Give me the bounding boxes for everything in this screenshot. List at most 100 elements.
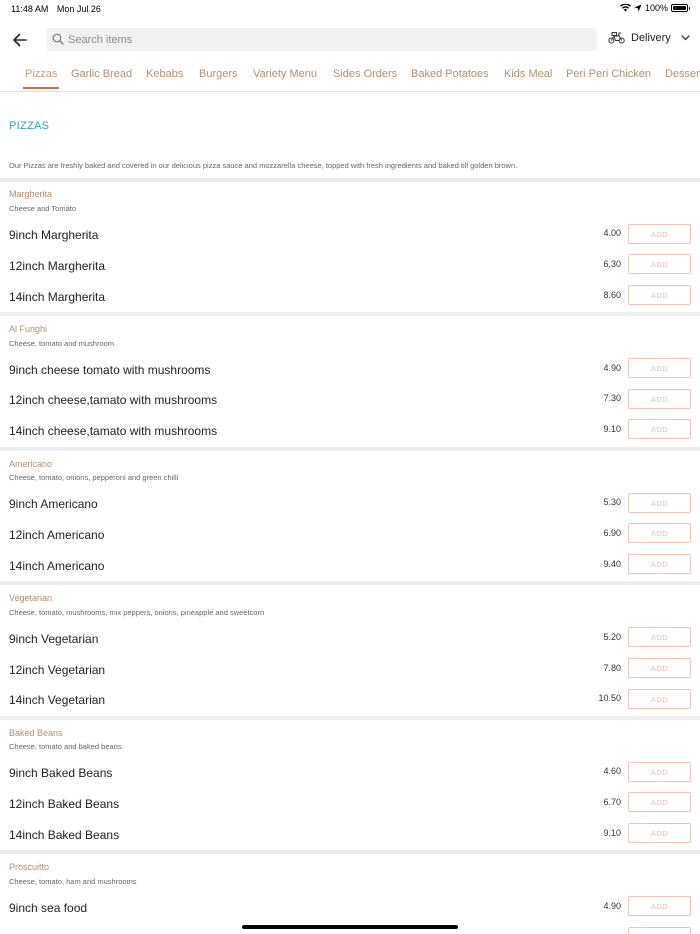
item-name: 12inch Baked Beans <box>9 797 120 811</box>
location-arrow-icon <box>634 4 642 12</box>
item-name: 14inch cheese,tamato with mushrooms <box>9 424 218 438</box>
item-price: 8.60 <box>603 290 621 300</box>
group-name: Vegetarian <box>9 593 53 603</box>
tab-garlic-bread[interactable]: Garlic Bread <box>71 68 132 91</box>
add-button[interactable]: ADD <box>628 792 691 812</box>
group-description: Cheese, tomato, onions, pepperoni and gr… <box>9 473 179 482</box>
group-name: Margherita <box>9 189 53 199</box>
group-description: Cheese, tomato and baked beans <box>9 742 122 751</box>
tab-desserts[interactable]: Desserts <box>665 68 700 91</box>
tab-peri-peri-chicken[interactable]: Peri Peri Chicken <box>566 68 651 91</box>
add-button[interactable]: ADD <box>628 689 691 709</box>
item-name: 9inch Vegetarian <box>9 632 99 646</box>
add-button[interactable] <box>628 927 691 934</box>
group-separator <box>0 312 700 316</box>
add-button[interactable]: ADD <box>628 358 691 378</box>
item-name: 14inch Baked Beans <box>9 828 120 842</box>
tab-kebabs[interactable]: Kebabs <box>146 68 183 91</box>
add-button[interactable]: ADD <box>628 285 691 305</box>
item-price: 4.60 <box>603 766 621 776</box>
item-price: 9.10 <box>603 424 621 434</box>
top-bar: Delivery <box>0 28 700 52</box>
item-price: 7.30 <box>603 393 621 403</box>
item-price: 5.20 <box>603 632 621 642</box>
item-price: 6.70 <box>603 797 621 807</box>
item-name: 9inch cheese tomato with mushrooms <box>9 363 211 377</box>
tab-variety-menu[interactable]: Variety Menu <box>253 68 317 91</box>
group-description: Cheese, tomato and mushroom <box>9 339 115 348</box>
delivery-label: Delivery <box>631 31 671 44</box>
add-button[interactable]: ADD <box>628 523 691 543</box>
item-price: 10.50 <box>598 693 621 703</box>
search-bar <box>46 28 597 51</box>
add-button[interactable]: ADD <box>628 627 691 647</box>
home-indicator[interactable] <box>242 925 458 929</box>
group-name: Americano <box>9 459 53 469</box>
chevron-down-icon <box>681 34 690 40</box>
back-arrow-icon <box>13 33 27 47</box>
status-date: Mon Jul 26 <box>56 4 101 14</box>
group-name: Proscuitto <box>9 862 50 872</box>
active-tab-indicator <box>23 87 59 89</box>
delivery-selector[interactable]: Delivery <box>608 31 690 44</box>
tab-sides-orders[interactable]: Sides Orders <box>333 68 397 91</box>
status-bar: 11:48 AM Mon Jul 26 100% <box>0 0 700 18</box>
item-price: 9.10 <box>603 828 621 838</box>
item-name: 9inch Margherita <box>9 228 99 242</box>
item-price: 7.80 <box>603 663 621 673</box>
item-name: 9inch sea food <box>9 901 88 915</box>
search-icon <box>52 33 64 45</box>
add-button[interactable]: ADD <box>628 493 691 513</box>
add-button[interactable]: ADD <box>628 762 691 782</box>
status-right: 100% <box>619 3 690 13</box>
item-name: 14inch Vegetarian <box>9 693 106 707</box>
item-price: 5.30 <box>603 497 621 507</box>
group-name: Al Funghi <box>9 324 48 334</box>
group-name: Baked Beans <box>9 728 63 738</box>
group-description: Cheese, tomato, ham and mushrooms <box>9 877 137 886</box>
back-button[interactable] <box>12 30 30 50</box>
add-button[interactable]: ADD <box>628 896 691 916</box>
group-description: Cheese, tomato, mushrooms, mix peppers, … <box>9 608 265 617</box>
battery-percent: 100% <box>644 3 668 13</box>
search-input[interactable] <box>68 28 588 51</box>
section-title: PIZZAS <box>9 120 50 132</box>
battery-icon <box>671 4 690 12</box>
item-price: 4.90 <box>603 363 621 373</box>
group-description: Cheese and Tomato <box>9 204 76 213</box>
item-price: 6.90 <box>603 528 621 538</box>
group-separator <box>0 850 700 854</box>
wifi-icon <box>619 4 631 12</box>
item-name: 14inch Margherita <box>9 290 106 304</box>
group-separator <box>0 581 700 585</box>
add-button[interactable]: ADD <box>628 254 691 274</box>
item-price: 4.00 <box>603 228 621 238</box>
tab-baked-potatoes[interactable]: Baked Potatoes <box>411 68 489 91</box>
item-name: 12inch Margherita <box>9 259 106 273</box>
item-name: 12inch cheese,tamato with mushrooms <box>9 393 218 407</box>
group-separator <box>0 447 700 451</box>
status-time: 11:48 AM <box>11 4 49 14</box>
section-description: Our Pizzas are freshly baked and covered… <box>9 161 518 170</box>
group-separator <box>0 178 700 182</box>
add-button[interactable]: ADD <box>628 554 691 574</box>
item-name: 9inch Americano <box>9 497 98 511</box>
item-price: 4.90 <box>603 901 621 911</box>
item-price: 6.30 <box>603 259 621 269</box>
item-name: 14inch Americano <box>9 559 105 573</box>
item-name: 12inch Vegetarian <box>9 663 106 677</box>
scooter-icon <box>608 32 625 44</box>
add-button[interactable]: ADD <box>628 419 691 439</box>
group-separator <box>0 716 700 720</box>
add-button[interactable]: ADD <box>628 224 691 244</box>
item-name: 9inch Baked Beans <box>9 766 113 780</box>
category-tabs: Pizzas Garlic Bread Kebabs Burgers Varie… <box>0 62 700 92</box>
add-button[interactable]: ADD <box>628 658 691 678</box>
status-left: 11:48 AM Mon Jul 26 <box>11 4 107 14</box>
item-name: 12inch Americano <box>9 528 105 542</box>
tab-burgers[interactable]: Burgers <box>199 68 238 91</box>
tab-kids-meal[interactable]: Kids Meal <box>504 68 552 91</box>
add-button[interactable]: ADD <box>628 823 691 843</box>
add-button[interactable]: ADD <box>628 389 691 409</box>
item-price: 9.40 <box>603 559 621 569</box>
